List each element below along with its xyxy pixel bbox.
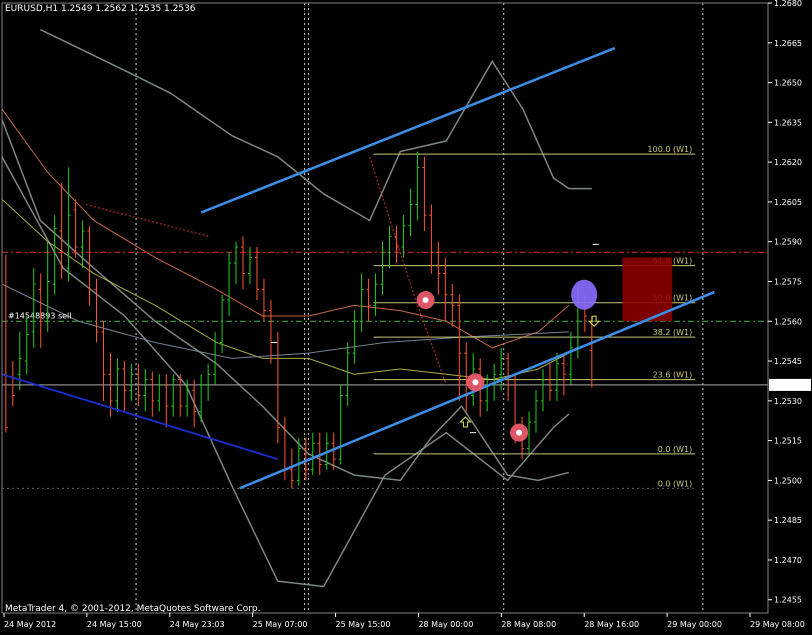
zigzag-line <box>86 204 209 237</box>
y-tick-label: 1.2515 <box>774 437 802 446</box>
signal-marker-1-dot <box>422 297 429 304</box>
x-tick-label: 24 May 23:03 <box>170 620 225 629</box>
sell-order-label: #14548893 sell <box>8 311 72 320</box>
lower-band <box>1 119 570 482</box>
y-tick-label: 1.2605 <box>774 198 802 207</box>
y-tick-label: 1.2575 <box>774 277 802 286</box>
chart-title: EURUSD,H1 1.2549 1.2562 1.2535 1.2536 <box>5 4 196 14</box>
y-tick-label: 1.2485 <box>774 516 802 525</box>
x-tick-label: 24 May 15:00 <box>87 620 142 629</box>
x-tick-label: 28 May 08:00 <box>501 620 556 629</box>
y-tick-label: 1.2650 <box>774 79 802 88</box>
copyright-footer: MetaTrader 4, © 2001-2012, MetaQuotes So… <box>5 604 261 614</box>
y-tick-label: 1.2635 <box>774 118 802 127</box>
moving-averages <box>1 108 570 381</box>
signal-marker-2-dot <box>472 379 479 386</box>
outer-band <box>1 156 570 588</box>
descending-trendline <box>1 373 279 461</box>
buy-arrow <box>459 416 472 428</box>
purple-signal-marker <box>571 279 598 310</box>
x-tick-label: 28 May 16:00 <box>584 620 639 629</box>
y-tick-label: 1.2620 <box>774 158 802 167</box>
zigzag-line-2 <box>369 156 447 386</box>
ma-slow <box>1 198 570 381</box>
fibo-label: 23.6 (W1) <box>653 371 693 380</box>
x-tick-label: 28 May 00:00 <box>418 620 473 629</box>
y-tick-label: 1.2455 <box>774 596 802 605</box>
candles <box>3 151 594 489</box>
ma-fast <box>1 108 570 349</box>
y-tick-label: 1.2530 <box>774 397 802 406</box>
fibo-label: 0.0 (W1) <box>658 445 693 454</box>
fibo-label: 38.2 (W1) <box>653 328 693 337</box>
x-tick-label: 29 May 08:00 <box>750 620 805 629</box>
current-price-tag: 1.2536 <box>772 381 800 390</box>
chart-window[interactable]: { "window": { "title": "EURUSD,H1 1.2549… <box>0 0 812 635</box>
fibo-label: 0.0 (W1) <box>658 479 693 488</box>
channel-upper-line <box>200 46 616 214</box>
upper-band <box>39 28 592 222</box>
x-tick-label: 25 May 15:00 <box>336 620 391 629</box>
signal-marker-3-dot <box>516 429 523 436</box>
y-tick-label: 1.2545 <box>774 357 802 366</box>
fibonacci-levels: 100.0 (W1)61.8 (W1)50.0 (W1)38.2 (W1)23.… <box>2 145 696 489</box>
y-tick-label: 1.2665 <box>774 39 802 48</box>
y-tick-label: 1.2470 <box>774 556 802 565</box>
price-chart[interactable]: 100.0 (W1)61.8 (W1)50.0 (W1)38.2 (W1)23.… <box>0 0 812 635</box>
grid-layer <box>135 3 704 613</box>
trendlines <box>1 46 715 490</box>
y-tick-label: 1.2500 <box>774 476 802 485</box>
y-tick-label: 1.2680 <box>774 0 802 8</box>
fibo-label: 100.0 (W1) <box>648 145 693 154</box>
x-tick-label: 29 May 00:00 <box>667 620 722 629</box>
markers <box>270 243 601 442</box>
x-tick-label: 25 May 07:00 <box>253 620 308 629</box>
y-tick-label: 1.2560 <box>774 317 802 326</box>
y-tick-label: 1.2590 <box>774 238 802 247</box>
x-tick-label: 24 May 2012 <box>4 620 56 629</box>
